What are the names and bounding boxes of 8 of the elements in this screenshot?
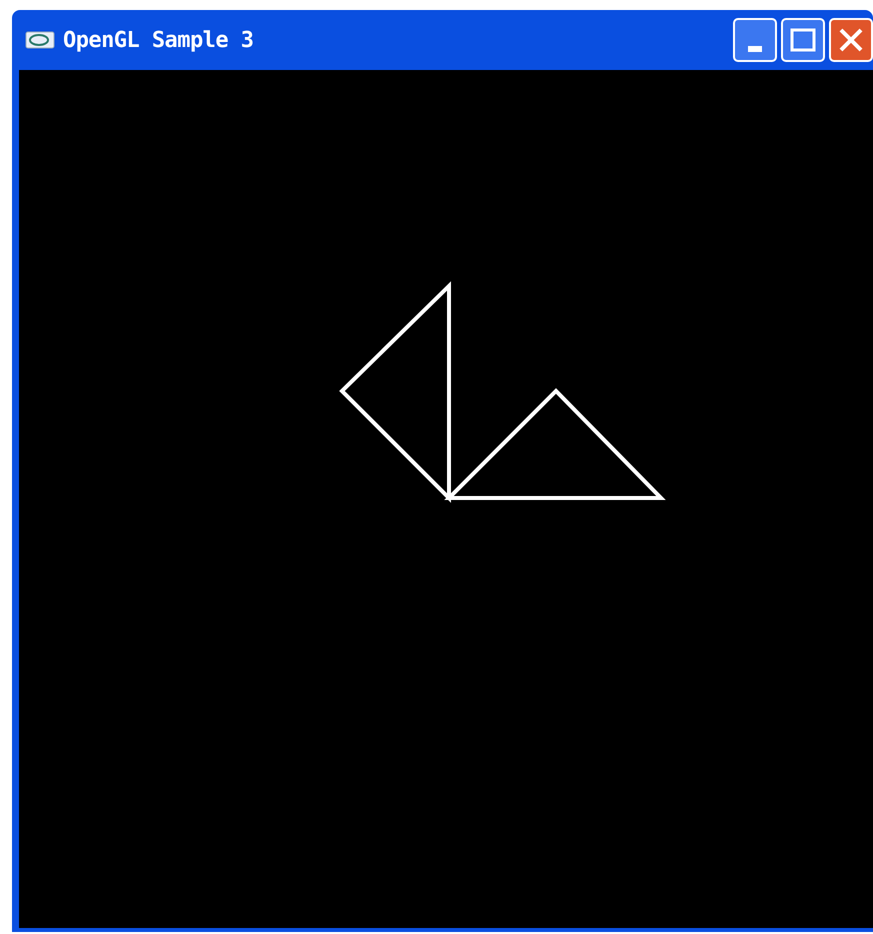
close-icon bbox=[838, 27, 864, 53]
window-title: OpenGL Sample 3 bbox=[63, 26, 254, 54]
maximize-button[interactable] bbox=[781, 18, 825, 62]
minimize-icon bbox=[748, 46, 762, 52]
app-icon bbox=[25, 30, 55, 50]
maximize-icon bbox=[790, 28, 816, 52]
close-button[interactable] bbox=[829, 18, 873, 62]
minimize-button[interactable] bbox=[733, 18, 777, 62]
